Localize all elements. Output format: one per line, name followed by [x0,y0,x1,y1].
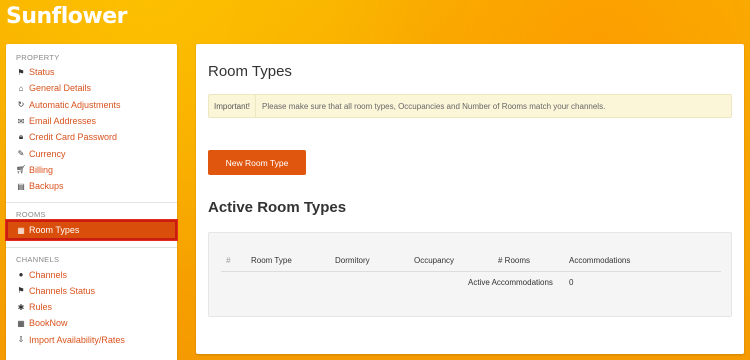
main-panel: Room Types Important! Please make sure t… [196,44,744,354]
sidebar-item-label: Channels Status [29,285,96,296]
sidebar-item-label: Room Types [29,225,80,236]
table-summary-row: Active Accommodations 0 [221,272,721,296]
column-header-number[interactable]: # [226,256,230,265]
cog-icon: ✱ [17,302,25,312]
sidebar-item-backups[interactable]: ▤ Backups [6,178,177,194]
sidebar-item-booknow[interactable]: ▦ BookNow [6,315,177,331]
sidebar-item-label: Credit Card Password [29,132,118,143]
refresh-icon: ↻ [17,100,25,110]
column-header-occupancy[interactable]: Occupancy [414,256,454,265]
home-icon: ⌂ [18,83,24,93]
column-header-rooms[interactable]: # Rooms [498,256,530,265]
sidebar-item-label: General Details [29,83,92,94]
sidebar-item-label: Email Addresses [29,116,97,127]
sidebar-item-currency[interactable]: ✎ Currency [6,145,177,161]
cart-icon: 🛒︎ [15,165,27,175]
sidebar-item-label: BookNow [29,318,68,329]
page-title: Room Types [208,63,292,80]
sidebar-item-email-addresses[interactable]: ✉ Email Addresses [6,113,177,129]
sidebar-item-channels[interactable]: ● Channels [6,266,177,282]
sidebar-item-automatic-adjustments[interactable]: ↻ Automatic Adjustments [6,97,177,113]
sidebar-item-channels-status[interactable]: ⚑ Channels Status [6,283,177,299]
sidebar-section-property: PROPERTY [16,53,60,62]
table-header: # Room Type Dormitory Occupancy # Rooms … [221,250,721,272]
download-icon: ⇩ [17,335,25,345]
alert-text: Please make sure that all room types, Oc… [262,101,606,111]
new-room-type-button[interactable]: New Room Type [208,150,306,175]
active-room-types-title: Active Room Types [208,199,347,216]
hdd-icon: ▤ [17,181,25,191]
column-header-accommodations[interactable]: Accommodations [569,256,630,265]
sidebar-item-general-details[interactable]: ⌂ General Details [6,80,177,96]
sidebar-divider [6,247,177,249]
sidebar-divider [6,202,177,204]
sidebar-item-label: Import Availability/Rates [29,334,125,345]
column-header-room-type[interactable]: Room Type [251,256,292,265]
lock-icon: 🔒︎ [18,132,24,142]
room-types-table: # Room Type Dormitory Occupancy # Rooms … [208,232,732,317]
grid-icon: ▦ [17,225,25,235]
globe-icon: ● [18,270,24,280]
edit-icon: ✎ [17,149,25,159]
sidebar-item-label: Status [29,67,55,78]
sidebar-item-label: Rules [29,302,53,313]
grid-icon: ▦ [17,318,25,328]
sidebar-item-label: Channels [29,269,68,280]
sidebar-item-rules[interactable]: ✱ Rules [6,299,177,315]
sidebar-item-import-availability-rates[interactable]: ⇩ Import Availability/Rates [6,332,177,348]
sidebar-item-label: Automatic Adjustments [29,99,121,110]
brand-logo: Sunflower [6,4,128,29]
sidebar: PROPERTY ⚑ Status ⌂ General Details ↻ Au… [6,44,177,360]
sidebar-item-label: Currency [29,148,66,159]
sidebar-item-status[interactable]: ⚑ Status [6,64,177,80]
sidebar-item-label: Billing [29,164,54,175]
important-alert: Important! Please make sure that all roo… [208,94,732,118]
sidebar-item-billing[interactable]: 🛒︎ Billing [6,162,177,178]
flag-icon: ⚑ [17,67,25,77]
sidebar-item-credit-card-password[interactable]: 🔒︎ Credit Card Password [6,129,177,145]
active-accommodations-value: 0 [569,278,574,287]
sidebar-item-label: Backups [29,181,64,192]
column-header-dormitory[interactable]: Dormitory [335,256,370,265]
sidebar-section-rooms: ROOMS [16,210,46,220]
flag-icon: ⚑ [17,286,25,296]
alert-label: Important! [209,95,257,117]
active-accommodations-label: Active Accommodations [468,278,553,287]
sidebar-section-channels: CHANNELS [16,255,60,265]
sidebar-item-room-types[interactable]: ▦ Room Types [6,220,177,241]
envelope-icon: ✉ [17,116,25,126]
